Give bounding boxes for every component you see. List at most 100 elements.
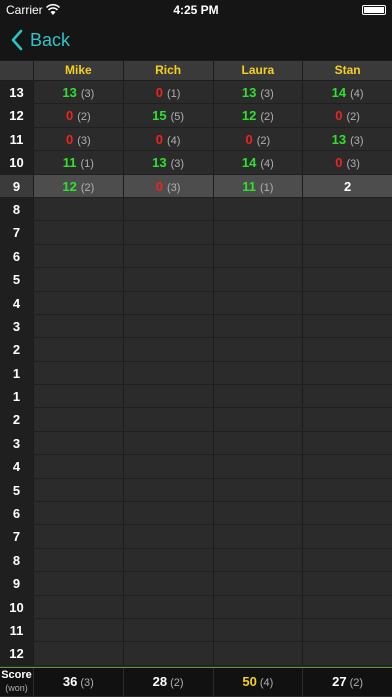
score-cell[interactable]	[302, 572, 392, 595]
round-row[interactable]: 1	[0, 385, 392, 409]
round-row[interactable]: 2	[0, 408, 392, 432]
score-cell[interactable]	[122, 221, 213, 244]
score-cell[interactable]	[302, 618, 392, 642]
score-cell[interactable]	[212, 595, 303, 618]
score-cell[interactable]	[122, 595, 213, 618]
round-row[interactable]: 8	[0, 197, 392, 222]
score-cell[interactable]	[212, 244, 303, 268]
round-row[interactable]: 9	[0, 572, 392, 596]
score-cell[interactable]	[212, 642, 303, 665]
score-cell[interactable]	[302, 385, 392, 408]
round-row[interactable]: 11 0 (3) 0 (4) 0 (2) 13 (3)	[0, 127, 392, 152]
score-cell[interactable]: 0 (3)	[122, 174, 213, 197]
score-cell[interactable]	[212, 385, 303, 408]
score-cell[interactable]	[33, 221, 123, 244]
round-row[interactable]: 5	[0, 478, 392, 503]
round-row[interactable]: 8	[0, 548, 392, 573]
round-row[interactable]: 4	[0, 291, 392, 315]
player-name[interactable]: Stan	[302, 61, 392, 80]
score-cell[interactable]	[212, 314, 303, 338]
round-row[interactable]: 10	[0, 595, 392, 619]
player-name[interactable]: Laura	[212, 61, 303, 80]
score-cell[interactable]: 13 (3)	[33, 81, 123, 104]
score-cell[interactable]	[122, 385, 213, 408]
score-cell[interactable]	[33, 502, 123, 525]
score-cell[interactable]	[122, 197, 213, 221]
score-cell[interactable]	[212, 408, 303, 431]
score-cell[interactable]	[33, 338, 123, 361]
score-cell[interactable]	[122, 268, 213, 291]
score-cell[interactable]	[302, 455, 392, 478]
score-cell[interactable]	[212, 338, 303, 361]
score-cell[interactable]	[212, 455, 303, 478]
score-cell[interactable]	[212, 548, 303, 572]
round-row[interactable]: 3	[0, 314, 392, 339]
score-cell[interactable]	[212, 502, 303, 525]
score-cell[interactable]	[122, 642, 213, 665]
score-cell[interactable]	[33, 244, 123, 268]
round-row[interactable]: 4	[0, 455, 392, 479]
score-cell[interactable]	[122, 572, 213, 595]
score-cell[interactable]	[33, 618, 123, 642]
score-cell[interactable]	[212, 618, 303, 642]
score-cell[interactable]	[302, 502, 392, 525]
score-cell[interactable]: 15 (5)	[122, 104, 213, 127]
score-cell[interactable]	[302, 268, 392, 291]
score-cell[interactable]	[33, 268, 123, 291]
score-cell[interactable]	[122, 548, 213, 572]
score-cell[interactable]: 13 (3)	[122, 151, 213, 174]
score-cell[interactable]	[302, 314, 392, 338]
score-cell[interactable]: 12 (2)	[33, 174, 123, 197]
score-cell[interactable]: 2	[302, 174, 392, 197]
player-name[interactable]: Mike	[33, 61, 123, 80]
score-cell[interactable]: 0 (2)	[302, 104, 392, 127]
score-cell[interactable]: 0 (4)	[122, 127, 213, 151]
score-cell[interactable]	[33, 548, 123, 572]
score-cell[interactable]	[212, 431, 303, 455]
score-cell[interactable]	[302, 244, 392, 268]
back-button[interactable]: Back	[10, 26, 70, 54]
score-cell[interactable]	[122, 525, 213, 548]
score-cell[interactable]	[122, 338, 213, 361]
score-cell[interactable]	[302, 361, 392, 385]
score-cell[interactable]	[33, 408, 123, 431]
score-cell[interactable]	[302, 478, 392, 502]
score-cell[interactable]	[302, 595, 392, 618]
round-row[interactable]: 10 11 (1) 13 (3) 14 (4) 0 (3)	[0, 151, 392, 175]
score-cell[interactable]: 11 (1)	[212, 174, 303, 197]
score-cell[interactable]	[122, 455, 213, 478]
score-cell[interactable]	[212, 478, 303, 502]
score-cell[interactable]: 0 (3)	[302, 151, 392, 174]
score-cell[interactable]: 0 (1)	[122, 81, 213, 104]
round-row[interactable]: 11	[0, 618, 392, 643]
player-name[interactable]: Rich	[122, 61, 213, 80]
score-cell[interactable]	[122, 478, 213, 502]
score-cell[interactable]	[33, 314, 123, 338]
score-cell[interactable]	[122, 502, 213, 525]
round-row[interactable]: 6	[0, 244, 392, 269]
score-cell[interactable]	[33, 478, 123, 502]
score-cell[interactable]	[212, 361, 303, 385]
score-cell[interactable]: 14 (4)	[302, 81, 392, 104]
score-cell[interactable]	[33, 197, 123, 221]
score-cell[interactable]	[302, 221, 392, 244]
score-cell[interactable]	[302, 338, 392, 361]
round-row[interactable]: 1	[0, 361, 392, 386]
score-cell[interactable]	[33, 572, 123, 595]
score-cell[interactable]	[122, 244, 213, 268]
round-row[interactable]: 7	[0, 221, 392, 245]
score-cell[interactable]	[212, 291, 303, 314]
score-cell[interactable]	[33, 455, 123, 478]
score-cell[interactable]	[302, 197, 392, 221]
score-cell[interactable]	[212, 572, 303, 595]
score-cell[interactable]: 0 (2)	[212, 127, 303, 151]
round-row[interactable]: 13 13 (3) 0 (1) 13 (3) 14 (4)	[0, 81, 392, 105]
score-cell[interactable]	[302, 408, 392, 431]
score-cell[interactable]	[302, 525, 392, 548]
score-cell[interactable]	[212, 525, 303, 548]
score-cell[interactable]	[33, 361, 123, 385]
round-row[interactable]: 12	[0, 642, 392, 666]
score-cell[interactable]	[122, 361, 213, 385]
score-cell[interactable]	[33, 642, 123, 665]
score-cell[interactable]: 14 (4)	[212, 151, 303, 174]
